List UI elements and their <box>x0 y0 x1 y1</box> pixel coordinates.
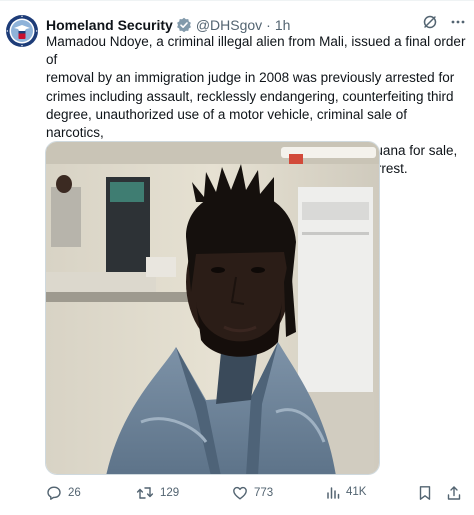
gov-badge-icon <box>176 17 192 33</box>
bookmark-icon <box>419 486 431 500</box>
account-name[interactable]: Homeland Security <box>46 17 173 33</box>
reply-count: 26 <box>68 487 81 499</box>
separator-dot: · <box>266 17 271 33</box>
timestamp[interactable]: 1h <box>275 17 291 33</box>
tweet-header: Homeland Security @DHSgov · 1h <box>46 15 290 35</box>
views-button[interactable]: 41K <box>326 485 366 499</box>
top-actions <box>422 14 466 35</box>
reply-icon <box>47 486 61 500</box>
reply-button[interactable]: 26 <box>46 485 81 501</box>
repost-button[interactable]: 129 <box>136 485 179 501</box>
repost-count: 129 <box>160 487 180 499</box>
heart-icon <box>233 486 247 500</box>
share-button[interactable] <box>446 485 462 501</box>
views-icon <box>327 487 340 499</box>
tweet-photo[interactable] <box>45 141 380 475</box>
action-bar: 26 129 773 41K <box>46 485 466 505</box>
like-count: 773 <box>254 487 274 499</box>
photo-image <box>46 142 379 474</box>
grok-icon[interactable] <box>422 14 438 35</box>
avatar[interactable] <box>4 13 40 49</box>
account-handle[interactable]: @DHSgov <box>196 17 262 33</box>
more-icon[interactable] <box>450 14 466 35</box>
repost-icon <box>136 487 154 499</box>
like-button[interactable]: 773 <box>232 485 273 501</box>
divider <box>0 0 474 1</box>
bookmark-button[interactable] <box>418 485 432 501</box>
tweet-card[interactable]: Homeland Security @DHSgov · 1h Mamadou N <box>0 0 474 515</box>
share-icon <box>447 486 461 500</box>
view-count: 41K <box>346 486 367 498</box>
dhs-seal-icon <box>4 13 40 49</box>
